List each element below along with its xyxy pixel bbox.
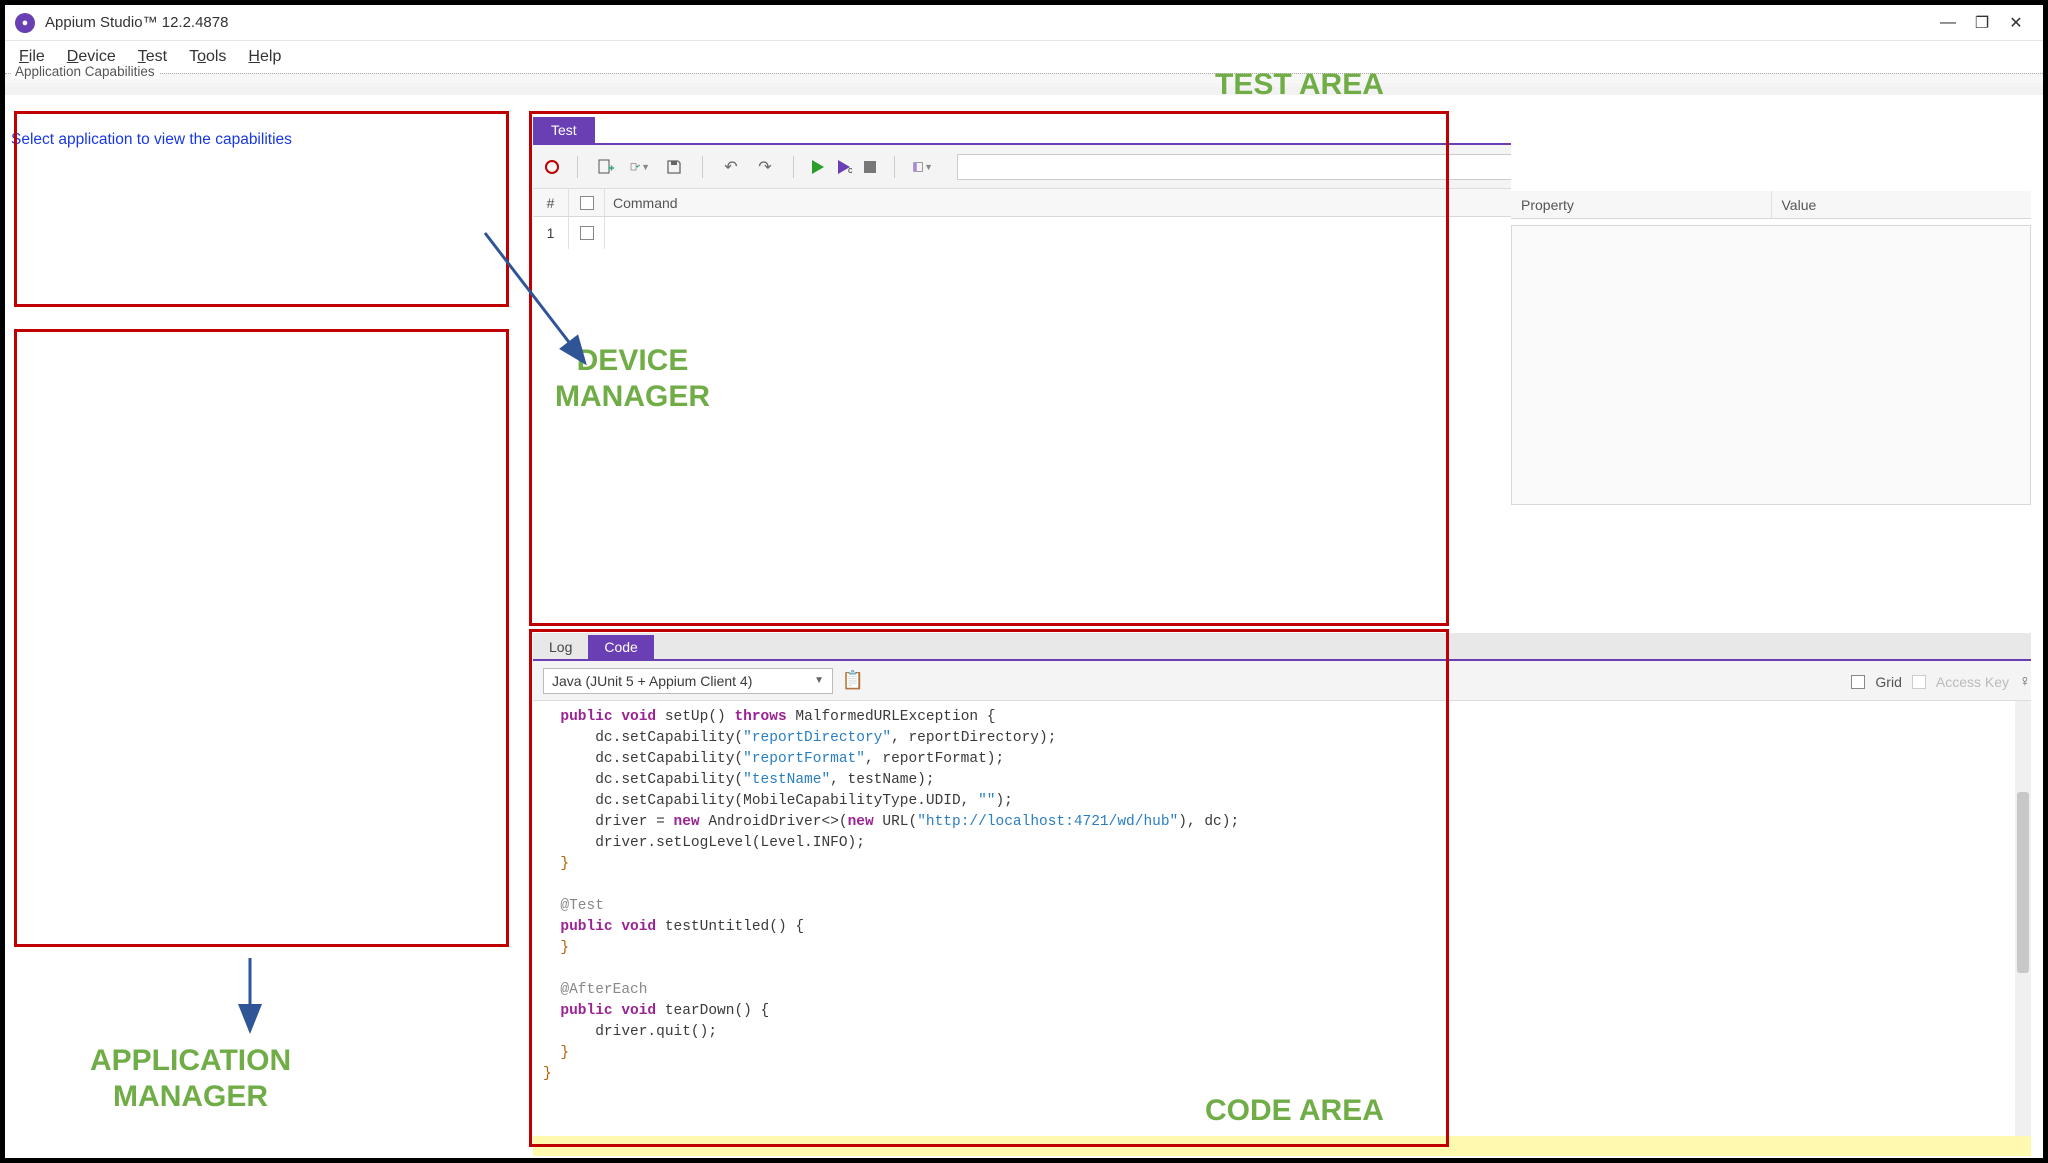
- row-check[interactable]: [580, 226, 594, 240]
- minimize-button[interactable]: —: [1931, 14, 1965, 32]
- access-key-label: Access Key: [1936, 674, 2009, 690]
- undo-icon[interactable]: ↶: [721, 157, 741, 177]
- code-select-label: Java (JUnit 5 + Appium Client 4): [552, 673, 752, 689]
- access-key-checkbox[interactable]: [1912, 675, 1926, 689]
- code-right-controls: Grid Access Key ♀: [1851, 673, 2031, 691]
- layout-icon[interactable]: ▼: [913, 157, 933, 177]
- menu-help[interactable]: Help: [248, 48, 281, 66]
- save-icon[interactable]: [664, 157, 684, 177]
- app-window: ● Appium Studio™ 12.2.4878 — ❐ ✕ File De…: [0, 0, 2048, 1163]
- run-selected-button[interactable]: c: [838, 160, 850, 174]
- tab-test[interactable]: Test: [533, 117, 595, 143]
- grid-checkbox[interactable]: [1851, 675, 1865, 689]
- highlight-strip: [533, 1136, 2031, 1156]
- tab-log[interactable]: Log: [533, 635, 588, 659]
- code-area: Log Code Java (JUnit 5 + Appium Client 4…: [533, 633, 2031, 1154]
- row-number: 1: [533, 217, 569, 249]
- copy-code-icon[interactable]: 📋: [843, 671, 863, 691]
- col-property[interactable]: Property: [1511, 191, 1772, 218]
- code-body[interactable]: public void setUp() throws MalformedURLE…: [533, 701, 2031, 1154]
- stop-button[interactable]: [864, 161, 876, 173]
- properties-panel: Property Value: [1511, 115, 2031, 655]
- col-check-all[interactable]: [580, 196, 594, 210]
- lightbulb-icon[interactable]: ♀: [2019, 673, 2031, 691]
- code-language-select[interactable]: Java (JUnit 5 + Appium Client 4) ▼: [543, 668, 833, 694]
- menu-bar: File Device Test Tools Help: [5, 41, 2043, 73]
- col-number[interactable]: #: [533, 189, 569, 216]
- col-value[interactable]: Value: [1772, 191, 2032, 218]
- maximize-button[interactable]: ❐: [1965, 13, 1999, 33]
- grid-label: Grid: [1875, 674, 1901, 690]
- menu-tools[interactable]: Tools: [189, 48, 226, 66]
- redo-icon[interactable]: ↷: [755, 157, 775, 177]
- run-button[interactable]: [812, 160, 824, 174]
- capabilities-panel: Application Capabilities Select applicat…: [5, 701, 493, 911]
- code-scrollbar[interactable]: [2015, 701, 2031, 1154]
- export-step-icon[interactable]: ▼: [630, 157, 650, 177]
- tab-code[interactable]: Code: [588, 635, 653, 659]
- properties-body: [1511, 225, 2031, 505]
- title-bar: ● Appium Studio™ 12.2.4878 — ❐ ✕: [5, 5, 2043, 41]
- app-title: Appium Studio™ 12.2.4878: [45, 14, 228, 31]
- chevron-down-icon: ▼: [814, 675, 824, 686]
- app-logo-icon: ●: [15, 13, 35, 33]
- close-button[interactable]: ✕: [1999, 13, 2033, 33]
- record-button[interactable]: [545, 160, 559, 174]
- capabilities-panel-title: Application Capabilities: [11, 64, 159, 79]
- new-step-icon[interactable]: [596, 157, 616, 177]
